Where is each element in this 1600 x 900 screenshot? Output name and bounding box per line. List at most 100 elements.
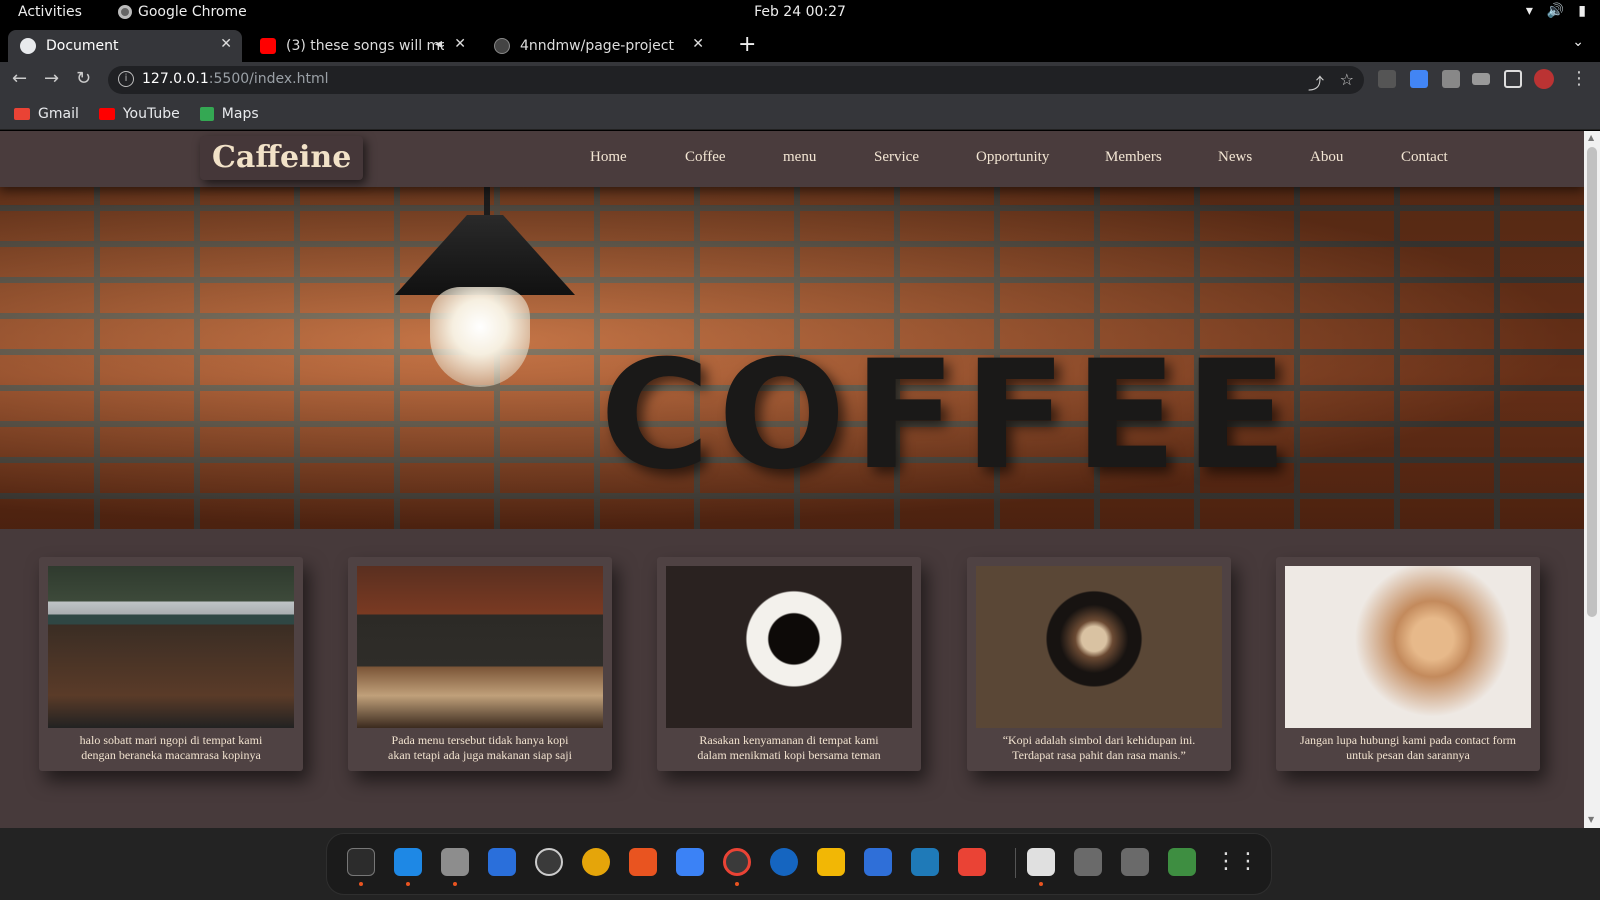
card-caption: Pada menu tersebut tidak hanya kopi akan… <box>388 733 572 762</box>
lamp-cord <box>484 187 490 217</box>
forward-icon[interactable]: → <box>44 68 59 89</box>
address-bar[interactable]: i 127.0.0.1:5500/index.html ⤴ ☆ <box>108 66 1364 94</box>
rhythmbox-icon[interactable] <box>582 848 610 876</box>
volume-icon: 🔊 <box>1546 3 1565 19</box>
nav-members[interactable]: Members <box>1105 149 1162 166</box>
card-comfort[interactable]: Rasakan kenyamanan di tempat kami dalam … <box>657 557 921 771</box>
software-center-icon[interactable] <box>629 848 657 876</box>
site-logo[interactable]: Caffeine <box>200 136 364 180</box>
site-info-icon[interactable]: i <box>118 71 134 87</box>
github-icon <box>494 38 510 54</box>
bookmark-gmail[interactable]: Gmail <box>14 106 79 122</box>
close-icon[interactable]: ✕ <box>220 36 232 52</box>
vscode-icon[interactable] <box>394 848 422 876</box>
puzzle-icon[interactable] <box>1442 70 1460 88</box>
close-icon[interactable]: ✕ <box>454 36 466 52</box>
share-icon[interactable]: ⤴ <box>1308 70 1324 94</box>
files-icon[interactable] <box>441 848 469 876</box>
bookmark-label: Gmail <box>38 105 79 122</box>
card-image <box>48 566 294 728</box>
new-tab-button[interactable]: + <box>738 32 756 57</box>
page-scrollbar[interactable]: ▲ ▼ <box>1584 131 1600 828</box>
settings-icon[interactable] <box>535 848 563 876</box>
card-quote[interactable]: “Kopi adalah simbol dari kehidupan ini. … <box>967 557 1231 771</box>
running-indicator <box>735 882 739 886</box>
scroll-up-icon[interactable]: ▲ <box>1588 133 1594 142</box>
card-caption: Jangan lupa hubungi kami pada contact fo… <box>1300 733 1516 762</box>
close-icon[interactable]: ✕ <box>692 36 704 52</box>
card-menu[interactable]: Pada menu tersebut tidak hanya kopi akan… <box>348 557 612 771</box>
running-indicator <box>359 882 363 886</box>
system-tray[interactable]: ▾ 🔊 ▮ <box>1526 3 1586 19</box>
card-image <box>666 566 912 728</box>
page-viewport: Caffeine Home Coffee menu Service Opport… <box>0 131 1584 828</box>
toggle-app-icon[interactable] <box>958 848 986 876</box>
tab-document[interactable]: Document ✕ <box>8 30 242 62</box>
bookmark-star-icon[interactable]: ☆ <box>1340 70 1354 89</box>
extension-icon[interactable] <box>1378 70 1396 88</box>
wps-writer-icon[interactable] <box>676 848 704 876</box>
tab-strip: Document ✕ (3) these songs will ma ◂ ✕ 4… <box>0 26 1600 62</box>
card-caption: halo sobatt mari ngopi di tempat kami de… <box>79 733 263 762</box>
bookmark-youtube[interactable]: YouTube <box>98 106 180 122</box>
app-menu[interactable]: Google Chrome <box>118 4 247 20</box>
card-store[interactable]: halo sobatt mari ngopi di tempat kami de… <box>39 557 303 771</box>
reading-list-icon[interactable] <box>1472 73 1490 85</box>
drive-icon[interactable] <box>1074 848 1102 876</box>
back-icon[interactable]: ← <box>12 68 27 89</box>
tab-github[interactable]: 4nndmw/page-project ✕ <box>482 30 714 62</box>
nav-coffee[interactable]: Coffee <box>685 149 726 166</box>
tab-title: (3) these songs will ma <box>286 38 444 54</box>
avatar[interactable] <box>1534 69 1554 89</box>
activities-button[interactable]: Activities <box>18 4 82 20</box>
card-image <box>357 566 603 728</box>
dock: ⋮⋮ <box>326 833 1272 895</box>
chrome-icon <box>118 5 132 19</box>
hero-coffee-sign: COFFEE <box>600 329 1296 503</box>
trash-icon[interactable] <box>1168 848 1196 876</box>
side-panel-icon[interactable] <box>1504 70 1522 88</box>
tab-title: Document <box>46 38 119 54</box>
card-contact[interactable]: Jangan lupa hubungi kami pada contact fo… <box>1276 557 1540 771</box>
card-caption: Rasakan kenyamanan di tempat kami dalam … <box>697 733 881 762</box>
speaker-icon[interactable]: ◂ <box>435 36 442 52</box>
nav-opportunity[interactable]: Opportunity <box>976 149 1049 166</box>
app-grid-icon[interactable]: ⋮⋮ <box>1215 848 1259 876</box>
card-image <box>976 566 1222 728</box>
terminal-icon[interactable] <box>347 848 375 876</box>
tab-search-icon[interactable]: ⌄ <box>1572 34 1584 50</box>
youtube-icon <box>98 107 115 120</box>
writer-icon[interactable] <box>488 848 516 876</box>
maps-icon <box>199 106 214 121</box>
chrome-dock-icon[interactable] <box>723 848 751 876</box>
globe-icon <box>20 38 36 54</box>
font-viewer-icon[interactable] <box>1027 848 1055 876</box>
running-indicator <box>406 882 410 886</box>
browser-toolbar: ← → ↻ i 127.0.0.1:5500/index.html ⤴ ☆ ⋮ <box>0 62 1600 98</box>
thunderbird-icon[interactable] <box>770 848 798 876</box>
nav-contact[interactable]: Contact <box>1401 149 1448 166</box>
nav-menu[interactable]: menu <box>783 149 816 166</box>
translate-icon[interactable] <box>1410 70 1428 88</box>
site-header: Caffeine Home Coffee menu Service Opport… <box>0 131 1584 187</box>
app-name: Google Chrome <box>138 4 247 20</box>
scrollbar-thumb[interactable] <box>1587 147 1597 617</box>
screenshot-icon[interactable] <box>911 848 939 876</box>
calc-icon[interactable] <box>817 848 845 876</box>
nav-service[interactable]: Service <box>874 149 919 166</box>
drive-icon[interactable] <box>1121 848 1149 876</box>
nav-news[interactable]: News <box>1218 149 1252 166</box>
bookmark-maps[interactable]: Maps <box>199 105 259 122</box>
scroll-down-icon[interactable]: ▼ <box>1588 815 1594 824</box>
dock-separator <box>1015 848 1016 878</box>
reload-icon[interactable]: ↻ <box>76 68 91 89</box>
bookmark-label: Maps <box>221 105 259 122</box>
nav-home[interactable]: Home <box>590 149 627 166</box>
url-text: 127.0.0.1:5500/index.html <box>142 71 329 87</box>
gmail-icon <box>14 107 30 120</box>
nav-about[interactable]: Abou <box>1310 149 1343 166</box>
kebab-menu-icon[interactable]: ⋮ <box>1570 68 1588 89</box>
tab-youtube[interactable]: (3) these songs will ma ◂ ✕ <box>248 30 476 62</box>
text-editor-icon[interactable] <box>864 848 892 876</box>
bookmarks-bar: Gmail YouTube Maps <box>0 98 1600 130</box>
